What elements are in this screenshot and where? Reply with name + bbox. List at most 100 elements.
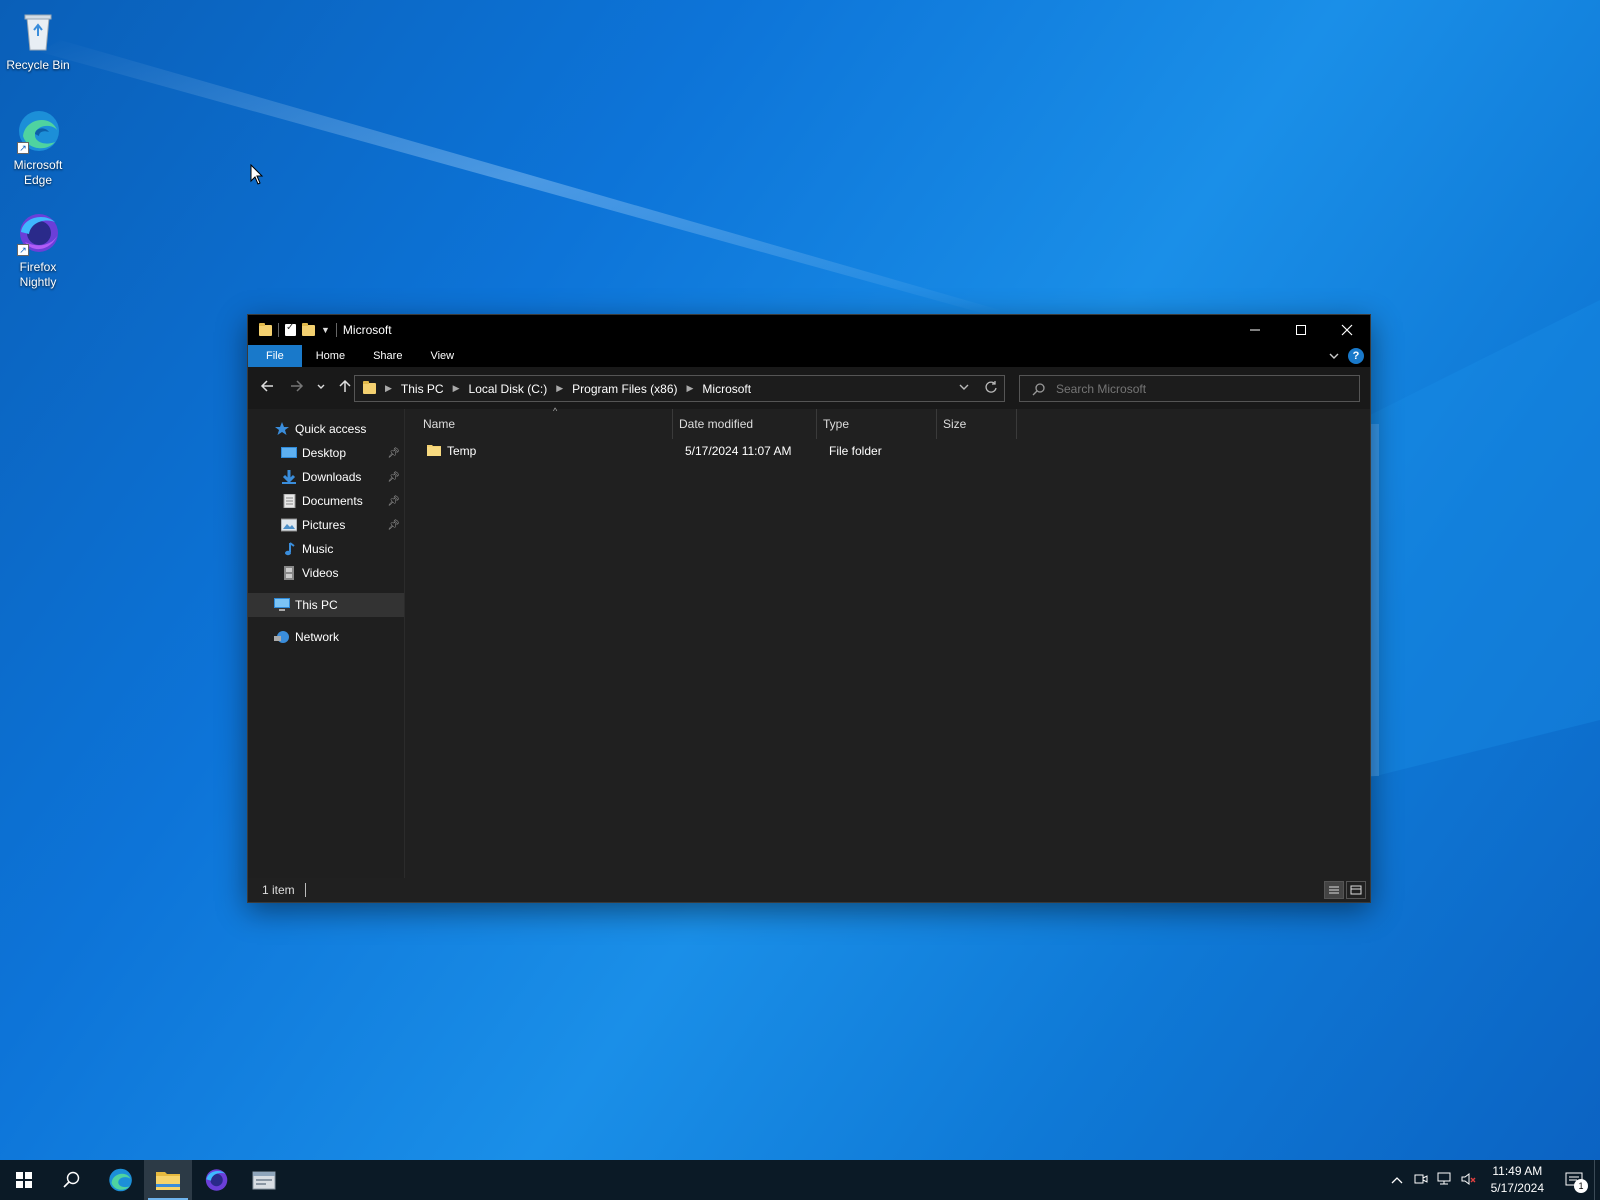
nav-quick-access-label: Quick access	[295, 422, 367, 436]
firefox-nightly-desktop-icon[interactable]: ↗ Firefox Nightly	[4, 210, 72, 290]
properties-icon[interactable]	[285, 322, 296, 336]
close-button[interactable]	[1324, 315, 1370, 345]
breadcrumb-separator-icon[interactable]: ▶	[385, 383, 392, 394]
taskbar: 11:49 AM 5/17/2024 1	[0, 1160, 1600, 1200]
nav-quick-access[interactable]: Quick access	[248, 417, 404, 441]
folder-icon	[259, 322, 272, 336]
pin-icon[interactable]: 📌︎	[387, 520, 400, 531]
nav-videos-label: Videos	[302, 566, 339, 580]
search-icon	[63, 1171, 80, 1188]
file-name[interactable]: Temp	[447, 444, 476, 458]
file-list: Name ^ Date modified Type Size Temp 5/17…	[405, 406, 1370, 878]
minimize-button[interactable]	[1232, 315, 1278, 345]
maximize-button[interactable]	[1278, 315, 1324, 345]
recent-locations-button[interactable]	[312, 379, 330, 397]
recycle-bin-icon	[15, 8, 61, 54]
column-header-type[interactable]: Type	[817, 409, 937, 439]
folder-icon	[363, 381, 376, 394]
nav-music[interactable]: Music	[248, 537, 404, 561]
meet-now-icon[interactable]	[1409, 1172, 1433, 1189]
address-history-chevron-icon[interactable]	[958, 380, 970, 394]
expand-ribbon-chevron-icon[interactable]	[1328, 350, 1340, 362]
chevron-down-icon	[317, 384, 325, 389]
nav-this-pc[interactable]: This PC	[248, 593, 404, 617]
nav-pictures[interactable]: Pictures 📌︎	[248, 513, 404, 537]
column-header-date-modified[interactable]: Date modified	[673, 409, 817, 439]
details-view-icon	[1329, 886, 1339, 894]
taskbar-file-explorer[interactable]	[144, 1160, 192, 1200]
breadcrumb-this-pc[interactable]: This PC	[401, 382, 444, 396]
nav-network[interactable]: Network	[248, 625, 404, 649]
forward-button[interactable]	[282, 379, 312, 398]
close-icon	[1341, 324, 1353, 336]
network-status-icon[interactable]	[1433, 1172, 1457, 1189]
recycle-bin-desktop-icon[interactable]: Recycle Bin	[4, 8, 72, 73]
new-folder-icon[interactable]	[302, 322, 315, 336]
star-icon	[275, 422, 289, 435]
column-header-size[interactable]: Size	[937, 409, 1017, 439]
tab-file[interactable]: File	[248, 345, 302, 367]
column-header-name-label: Name	[423, 417, 456, 431]
computer-icon	[274, 598, 290, 611]
breadcrumb-separator-icon[interactable]: ▶	[453, 383, 460, 394]
show-desktop-button[interactable]	[1594, 1160, 1600, 1200]
microsoft-edge-icon	[109, 1168, 132, 1192]
search-input[interactable]	[1056, 381, 1346, 396]
sort-ascending-icon: ^	[553, 406, 558, 416]
help-icon[interactable]: ?	[1348, 348, 1364, 364]
tab-share[interactable]: Share	[359, 345, 416, 367]
column-headers: Name ^ Date modified Type Size	[405, 406, 1370, 439]
forward-arrow-icon	[291, 379, 304, 392]
pin-icon[interactable]: 📌︎	[387, 472, 400, 483]
maximize-icon	[1296, 325, 1306, 335]
column-header-date-label: Date modified	[679, 417, 754, 431]
mouse-cursor-icon	[250, 164, 264, 185]
explorer-body: Quick access Desktop 📌︎ Downloads 📌︎ Doc…	[248, 406, 1370, 878]
nav-desktop[interactable]: Desktop 📌︎	[248, 441, 404, 465]
taskbar-app[interactable]	[240, 1160, 288, 1200]
large-icons-view-icon	[1350, 885, 1362, 895]
breadcrumb-separator-icon[interactable]: ▶	[556, 383, 563, 394]
clock[interactable]: 11:49 AM 5/17/2024	[1481, 1163, 1554, 1197]
table-row[interactable]: Temp 5/17/2024 11:07 AM File folder	[417, 439, 1370, 462]
refresh-icon[interactable]	[984, 380, 998, 394]
tab-home[interactable]: Home	[302, 345, 359, 367]
nav-videos[interactable]: Videos	[248, 561, 404, 585]
pin-icon[interactable]: 📌︎	[387, 496, 400, 507]
ribbon-right-controls: ?	[1328, 348, 1364, 364]
start-button[interactable]	[0, 1160, 48, 1200]
tab-view[interactable]: View	[416, 345, 468, 367]
details-view-button[interactable]	[1324, 881, 1344, 899]
folder-icon	[427, 443, 441, 460]
microsoft-edge-desktop-icon[interactable]: ↗ Microsoft Edge	[4, 108, 72, 188]
breadcrumb-separator-icon[interactable]: ▶	[687, 383, 694, 394]
breadcrumb-local-disk[interactable]: Local Disk (C:)	[469, 382, 548, 396]
breadcrumb-microsoft[interactable]: Microsoft	[702, 382, 751, 396]
window-title: Microsoft	[342, 323, 392, 337]
customize-toolbar-dropdown-icon[interactable]: ▼	[321, 325, 330, 335]
breadcrumb-program-files-x86[interactable]: Program Files (x86)	[572, 382, 677, 396]
navigation-bar: ▶ This PC ▶ Local Disk (C:) ▶ Program Fi…	[248, 367, 1370, 409]
windows-logo-icon	[16, 1172, 32, 1188]
back-button[interactable]	[252, 379, 282, 398]
view-toggle	[1324, 881, 1366, 899]
pictures-icon	[281, 518, 297, 532]
address-bar[interactable]: ▶ This PC ▶ Local Disk (C:) ▶ Program Fi…	[354, 375, 1005, 402]
taskbar-firefox-nightly[interactable]	[192, 1160, 240, 1200]
action-center-button[interactable]: 1	[1554, 1160, 1594, 1200]
nav-music-label: Music	[302, 542, 334, 556]
show-hidden-icons-chevron-icon[interactable]	[1385, 1173, 1409, 1187]
nav-documents[interactable]: Documents 📌︎	[248, 489, 404, 513]
pin-icon[interactable]: 📌︎	[387, 448, 400, 459]
nav-downloads[interactable]: Downloads 📌︎	[248, 465, 404, 489]
volume-muted-icon[interactable]	[1457, 1172, 1481, 1189]
large-icons-view-button[interactable]	[1346, 881, 1366, 899]
microsoft-edge-icon: ↗	[15, 108, 61, 154]
search-button[interactable]	[48, 1160, 96, 1200]
column-header-name[interactable]: Name ^	[417, 406, 673, 439]
item-count: 1 item	[262, 883, 295, 897]
taskbar-microsoft-edge[interactable]	[96, 1160, 144, 1200]
microsoft-edge-label: Microsoft Edge	[13, 158, 63, 187]
search-box[interactable]	[1019, 375, 1360, 402]
title-bar[interactable]: ▼ Microsoft	[248, 315, 1370, 345]
